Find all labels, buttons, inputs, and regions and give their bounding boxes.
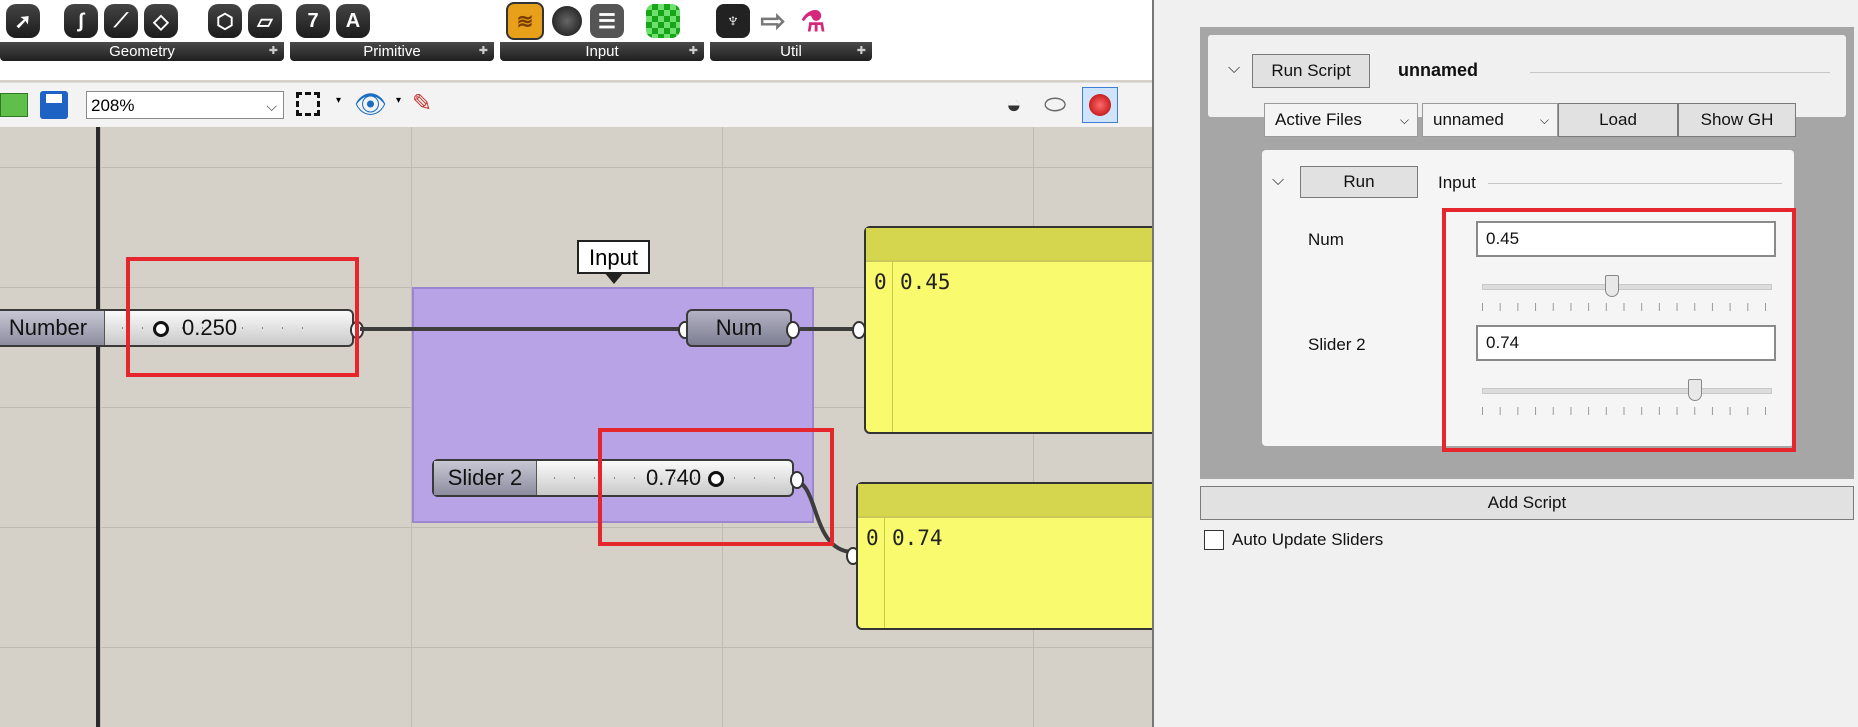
integer-icon[interactable]: 7: [296, 4, 330, 38]
canvas-toolbar: 208% ⌵ ▾ 👁 ▾ ✎ ◒ ⬭: [0, 82, 1152, 128]
ribbon-group-util: ♆ ⇨ ⚗ Util ✚: [710, 0, 872, 62]
ribbon-group-input-label[interactable]: Input ✚: [500, 42, 704, 61]
slider-2-field-label: Slider 2: [1308, 335, 1366, 354]
group-label: Input: [577, 240, 650, 274]
highlight-box: [126, 257, 359, 377]
eye-icon[interactable]: 👁: [354, 89, 387, 120]
header-rule: [1530, 72, 1830, 73]
panel-1-divider: [892, 262, 893, 432]
arrow-right-icon[interactable]: ⇨: [756, 4, 790, 38]
preview-shaded-icon[interactable]: ⬭: [1044, 89, 1066, 121]
panel-1-index: 0: [874, 270, 887, 294]
dropdown-arrow-icon[interactable]: ▾: [396, 95, 401, 106]
run-script-button[interactable]: Run Script: [1252, 54, 1370, 88]
slider-2-label: Slider 2: [434, 461, 537, 495]
files-dropdown[interactable]: Active Files ⌵: [1264, 103, 1418, 137]
canvas-edge: [96, 127, 100, 727]
expand-icon[interactable]: ✚: [857, 42, 866, 61]
script-panel: ⌵ Run Script unnamed Active Files ⌵ unnam…: [1152, 0, 1858, 727]
show-gh-button[interactable]: Show GH: [1678, 103, 1796, 137]
panel-1-value: 0.45: [900, 270, 951, 294]
button-icon[interactable]: [550, 4, 584, 38]
save-icon[interactable]: [40, 91, 68, 119]
panel-1-header: {0: [866, 228, 1152, 262]
brep-icon[interactable]: ▱: [248, 4, 282, 38]
ribbon-group-util-label[interactable]: Util ✚: [710, 42, 872, 61]
zoom-dropdown[interactable]: 208% ⌵: [86, 91, 284, 119]
panel-2-header: {0: [858, 484, 1152, 518]
zoom-extents-icon[interactable]: [296, 92, 320, 116]
number-slider-label: Number: [0, 311, 105, 345]
panel-1[interactable]: {0 0 0.45: [864, 226, 1152, 434]
script-name-title: unnamed: [1398, 60, 1479, 80]
num-label: Num: [1308, 230, 1344, 249]
panel-2-divider: [884, 518, 885, 628]
tree-icon[interactable]: ♆: [716, 4, 750, 38]
load-button[interactable]: Load: [1558, 103, 1678, 137]
component-ribbon: ➚ ∫ ⟋ ◇ ⬡ ▱ Geometry ✚ 7 A Primitive ✚ ≋ ☰: [0, 0, 1152, 80]
expand-icon[interactable]: ✚: [689, 42, 698, 61]
wire-number-to-num: [360, 327, 682, 331]
add-script-button[interactable]: Add Script: [1200, 486, 1854, 520]
grasshopper-window: ➚ ∫ ⟋ ◇ ⬡ ▱ Geometry ✚ 7 A Primitive ✚ ≋ ☰: [0, 0, 1152, 727]
ribbon-group-primitive: 7 A Primitive ✚: [290, 0, 494, 62]
curve-icon[interactable]: ∫: [64, 4, 98, 38]
script-name-dropdown[interactable]: unnamed ⌵: [1422, 103, 1558, 137]
open-file-icon[interactable]: [0, 93, 28, 117]
dropdown-arrow-icon[interactable]: ▾: [336, 95, 341, 106]
collapse-chevron-icon[interactable]: ⌵: [1228, 60, 1240, 78]
auto-update-checkbox[interactable]: [1204, 530, 1224, 550]
highlight-box: [1442, 208, 1796, 452]
group-label-pointer: [604, 272, 624, 284]
auto-update-label: Auto Update Sliders: [1232, 530, 1384, 549]
flask-icon[interactable]: ⚗: [796, 4, 830, 38]
arrow-icon[interactable]: ➚: [6, 4, 40, 38]
num-output-port[interactable]: [786, 321, 800, 339]
ribbon-group-geometry-label[interactable]: Geometry ✚: [0, 42, 284, 61]
num-param[interactable]: Num: [686, 309, 792, 347]
wire-num-to-panel: [800, 327, 860, 331]
text-icon[interactable]: A: [336, 4, 370, 38]
input-section-title: Input: [1438, 173, 1476, 192]
slider-icon[interactable]: ≋: [506, 2, 544, 40]
chevron-down-icon: ⌵: [266, 98, 277, 114]
script-name-dropdown-value: unnamed: [1433, 110, 1504, 129]
preview-wire-icon[interactable]: ◒: [1006, 89, 1022, 120]
num-param-label: Num: [715, 315, 763, 340]
zoom-value: 208%: [91, 96, 135, 115]
collapse-chevron-icon[interactable]: ⌵: [1272, 172, 1284, 190]
chevron-down-icon: ⌵: [1539, 113, 1549, 127]
files-dropdown-value: Active Files: [1275, 110, 1362, 129]
panel-2-value: 0.74: [892, 526, 943, 550]
gradient-icon[interactable]: [646, 4, 680, 38]
surface-icon[interactable]: ⬡: [208, 4, 242, 38]
sketch-pen-icon[interactable]: ✎: [412, 89, 432, 118]
diamond-icon[interactable]: ◇: [144, 4, 178, 38]
preview-selected-icon[interactable]: [1082, 87, 1118, 123]
panel-2-index: 0: [866, 526, 879, 550]
expand-icon[interactable]: ✚: [479, 42, 488, 61]
chevron-down-icon: ⌵: [1399, 113, 1409, 127]
expand-icon[interactable]: ✚: [269, 42, 278, 61]
highlight-box: [598, 428, 834, 546]
ribbon-group-geometry: ➚ ∫ ⟋ ◇ ⬡ ▱ Geometry ✚: [0, 0, 284, 62]
ribbon-group-input: ≋ ☰ Input ✚: [500, 0, 704, 62]
run-button[interactable]: Run: [1300, 166, 1418, 198]
section-rule: [1488, 183, 1782, 184]
panel-2[interactable]: {0 0 0.74: [856, 482, 1152, 630]
value-list-icon[interactable]: ☰: [590, 4, 624, 38]
ribbon-group-primitive-label[interactable]: Primitive ✚: [290, 42, 494, 61]
line-icon[interactable]: ⟋: [104, 4, 138, 38]
